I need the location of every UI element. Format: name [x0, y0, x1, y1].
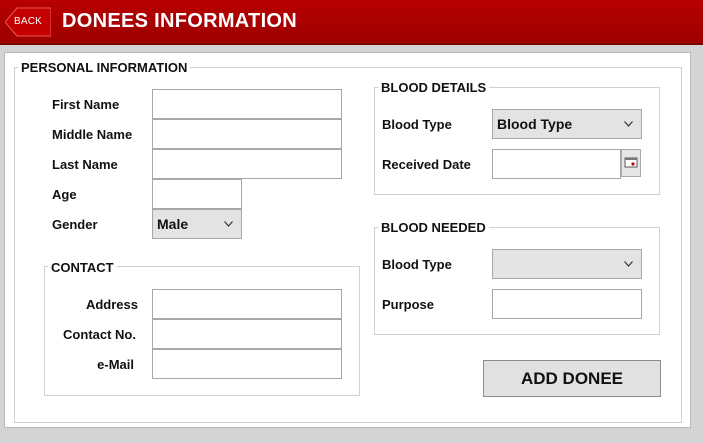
purpose-label: Purpose	[382, 297, 435, 312]
email-input[interactable]	[152, 349, 342, 379]
contact-no-label: Contact No.	[63, 327, 136, 342]
chevron-down-icon	[224, 221, 233, 227]
received-date-input[interactable]	[492, 149, 621, 179]
blood-details-blood-type-select[interactable]: Blood Type	[492, 109, 642, 139]
last-name-label: Last Name	[52, 157, 118, 172]
blood-needed-blood-type-select[interactable]	[492, 249, 642, 279]
blood-details-blood-type-label: Blood Type	[382, 117, 452, 132]
age-label: Age	[52, 187, 77, 202]
date-picker-button[interactable]	[621, 149, 641, 177]
contact-no-input[interactable]	[152, 319, 342, 349]
blood-needed-legend: BLOOD NEEDED	[378, 220, 489, 235]
middle-name-label: Middle Name	[52, 127, 133, 142]
back-button[interactable]: BACK	[5, 7, 51, 37]
contact-legend: CONTACT	[48, 260, 117, 275]
purpose-input[interactable]	[492, 289, 642, 319]
gender-selected-value: Male	[157, 216, 189, 232]
last-name-input[interactable]	[152, 149, 342, 179]
blood-needed-blood-type-label: Blood Type	[382, 257, 452, 272]
email-label: e-Mail	[97, 357, 134, 372]
blood-details-legend: BLOOD DETAILS	[378, 80, 490, 95]
gender-label: Gender	[52, 217, 98, 232]
gender-select[interactable]: Male	[152, 209, 242, 239]
page-title: DONEES INFORMATION	[62, 10, 298, 32]
bottom-strip	[0, 428, 703, 443]
back-button-label: BACK	[14, 16, 43, 27]
address-input[interactable]	[152, 289, 342, 319]
age-input[interactable]	[152, 179, 242, 209]
address-label: Address	[85, 297, 138, 312]
first-name-input[interactable]	[152, 89, 342, 119]
middle-name-input[interactable]	[152, 119, 342, 149]
first-name-label: First Name	[52, 97, 120, 112]
add-donee-button[interactable]: ADD DONEE	[483, 360, 661, 397]
calendar-icon	[624, 157, 638, 167]
personal-information-legend: PERSONAL INFORMATION	[18, 60, 191, 75]
chevron-down-icon	[624, 261, 633, 267]
blood-details-blood-type-value: Blood Type	[497, 116, 573, 132]
chevron-down-icon	[624, 121, 633, 127]
received-date-label: Received Date	[382, 157, 471, 172]
title-bar: BACK DONEES INFORMATION	[0, 0, 703, 45]
